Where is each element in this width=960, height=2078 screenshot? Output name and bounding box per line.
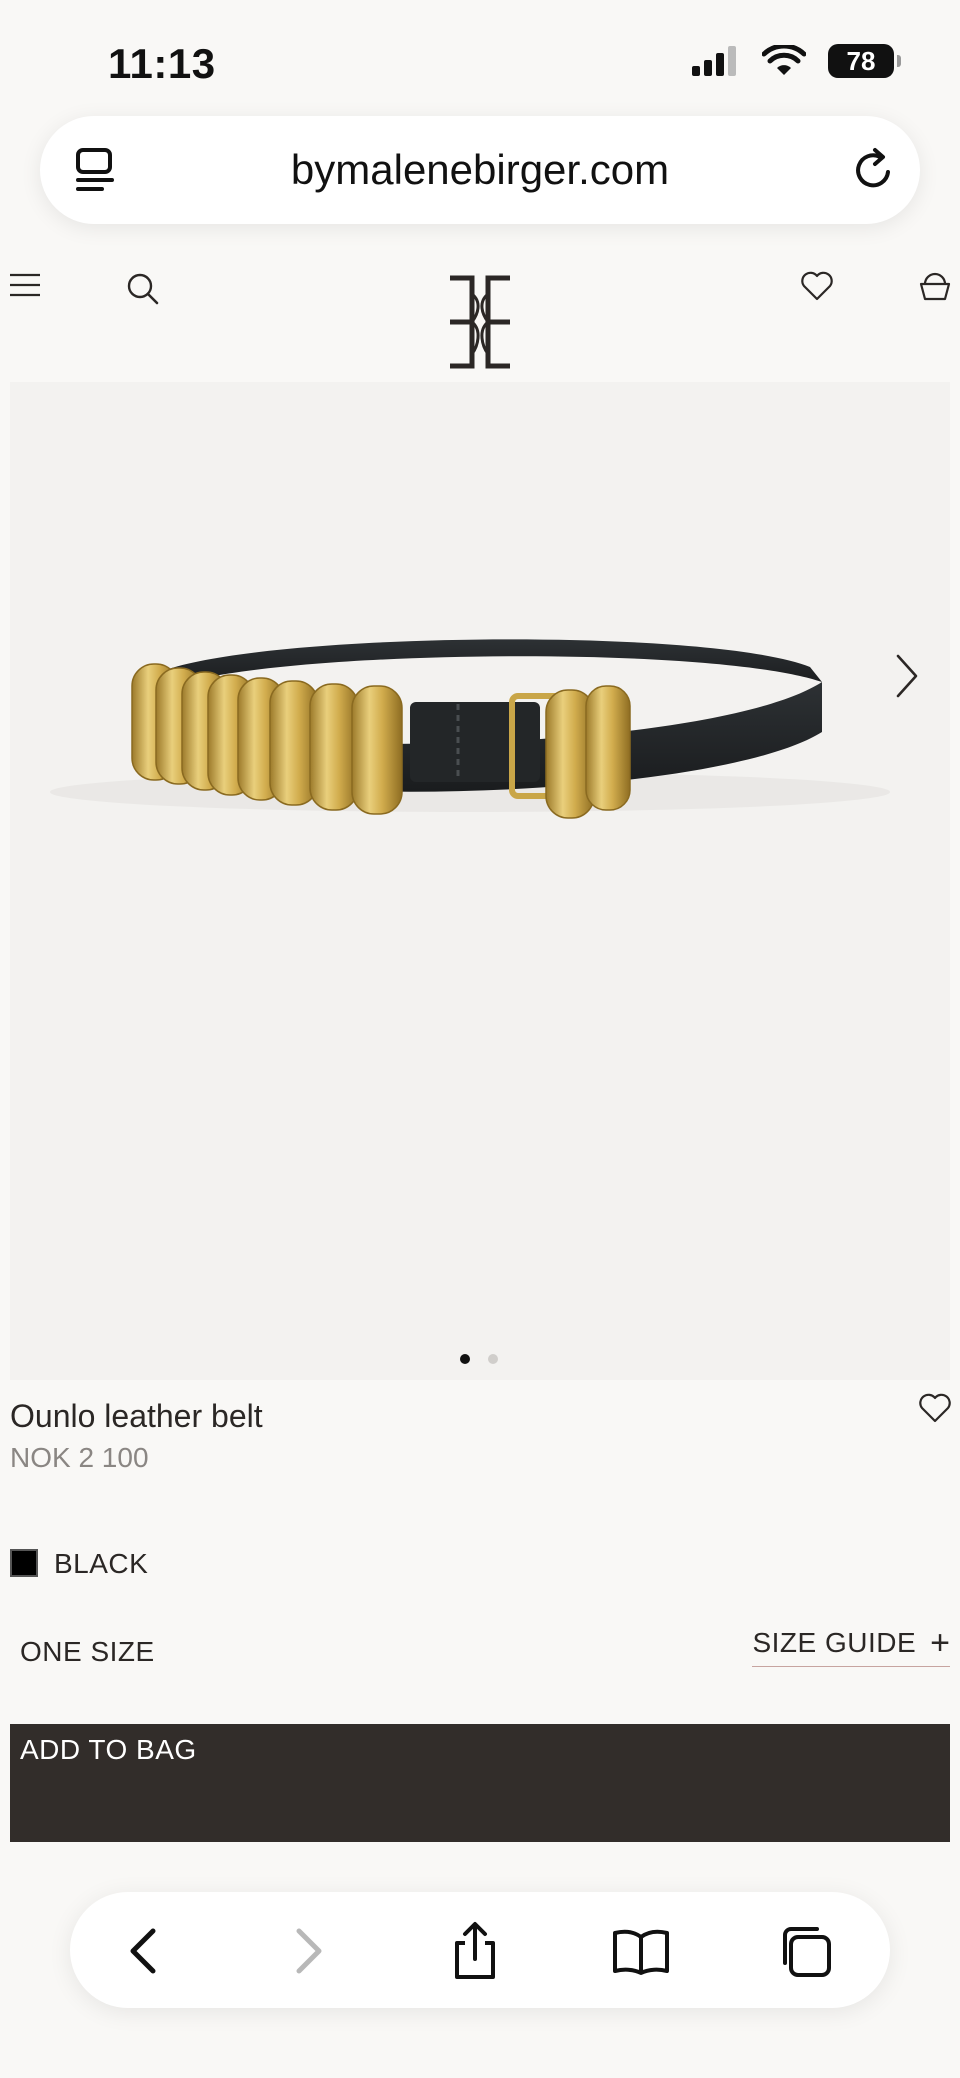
bookmarks-button[interactable] (606, 1916, 676, 1986)
wishlist-heart-icon[interactable] (918, 1392, 952, 1424)
address-bar[interactable]: bymalenebirger.com (40, 116, 920, 224)
status-icons: 78 (692, 44, 901, 78)
size-guide-label: SIZE GUIDE (752, 1627, 917, 1658)
bag-icon[interactable] (918, 270, 952, 302)
belt-image (50, 639, 890, 819)
back-icon (130, 1928, 156, 1974)
forward-button[interactable] (274, 1916, 344, 1986)
forward-icon (296, 1928, 322, 1974)
reload-icon[interactable] (850, 146, 898, 194)
status-time: 11:13 (108, 40, 216, 87)
bookmarks-icon (613, 1929, 669, 1975)
tabs-icon (783, 1927, 831, 1977)
url-text[interactable]: bymalenebirger.com (40, 146, 920, 194)
tabs-button[interactable] (770, 1916, 840, 1986)
add-to-bag-button[interactable]: ADD TO BAG (10, 1724, 950, 1842)
carousel-dot-active[interactable] (460, 1354, 470, 1364)
product-name: Ounlo leather belt (10, 1398, 263, 1434)
brand-logo[interactable] (444, 274, 516, 370)
size-option[interactable]: ONE SIZE (20, 1636, 155, 1668)
back-button[interactable] (108, 1916, 178, 1986)
size-guide-link[interactable]: SIZE GUIDE + (752, 1626, 950, 1667)
menu-icon[interactable] (8, 272, 42, 298)
battery-indicator: 78 (828, 44, 901, 78)
next-image-arrow-icon[interactable] (892, 652, 922, 700)
color-label: BLACK (54, 1548, 149, 1579)
carousel-indicator (460, 1354, 498, 1364)
product-image-carousel[interactable] (10, 382, 950, 1380)
browser-toolbar (70, 1892, 890, 2008)
product-price: NOK 2 100 (10, 1442, 149, 1473)
heart-icon[interactable] (800, 270, 834, 302)
carousel-dot[interactable] (488, 1354, 498, 1364)
cellular-signal-icon (692, 46, 736, 76)
add-to-bag-label: ADD TO BAG (20, 1734, 197, 1765)
share-button[interactable] (440, 1916, 510, 1986)
wifi-icon (762, 45, 806, 75)
battery-level: 78 (846, 45, 876, 76)
search-icon[interactable] (126, 272, 160, 306)
share-icon (455, 1922, 495, 1979)
color-swatch[interactable] (10, 1549, 38, 1577)
plus-icon: + (930, 1624, 950, 1662)
